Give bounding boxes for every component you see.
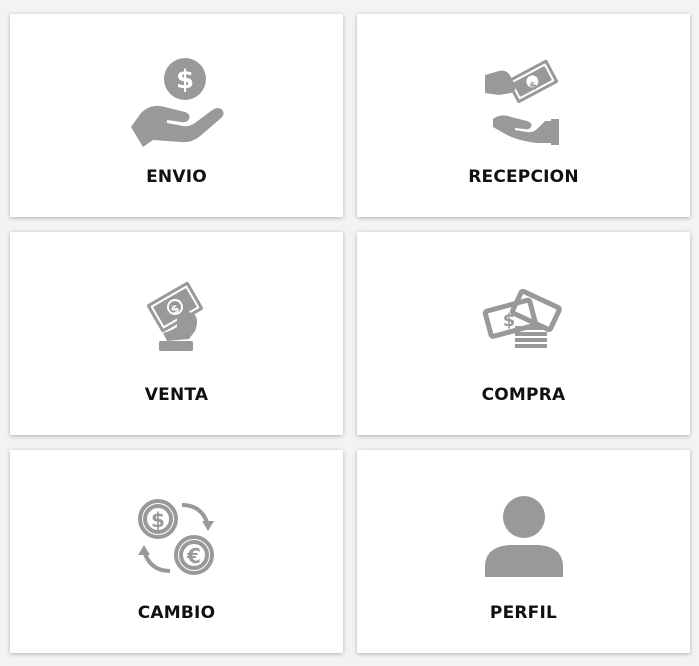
svg-text:$: $ bbox=[502, 310, 515, 331]
svg-text:$: $ bbox=[151, 508, 165, 532]
currency-exchange-icon: $ € bbox=[10, 490, 343, 586]
cambio-card[interactable]: $ € CAMBIO bbox=[10, 450, 343, 653]
compra-label: COMPRA bbox=[481, 385, 566, 405]
venta-label: VENTA bbox=[144, 385, 209, 405]
svg-text:€: € bbox=[186, 544, 201, 568]
perfil-card[interactable]: PERFIL bbox=[357, 450, 690, 653]
perfil-label: PERFIL bbox=[489, 603, 558, 623]
compra-card[interactable]: $ COMPRA bbox=[357, 232, 690, 435]
money-stack-icon: $ bbox=[357, 272, 690, 368]
user-profile-icon bbox=[357, 490, 690, 586]
recepcion-label: RECEPCION bbox=[468, 167, 579, 187]
venta-card[interactable]: $ VENTA bbox=[10, 232, 343, 435]
svg-text:$: $ bbox=[175, 65, 193, 95]
receive-money-icon: $ bbox=[357, 54, 690, 150]
hand-coin-icon: $ bbox=[10, 54, 343, 150]
recepcion-card[interactable]: $ RECEPCION bbox=[357, 14, 690, 217]
envio-card[interactable]: $ ENVIO bbox=[10, 14, 343, 217]
hand-banknote-icon: $ bbox=[10, 272, 343, 368]
menu-grid: $ ENVIO $ RECEPCION $ VENTA $ COMPRA $ €… bbox=[0, 0, 699, 666]
envio-label: ENVIO bbox=[146, 167, 207, 187]
cambio-label: CAMBIO bbox=[137, 603, 216, 623]
